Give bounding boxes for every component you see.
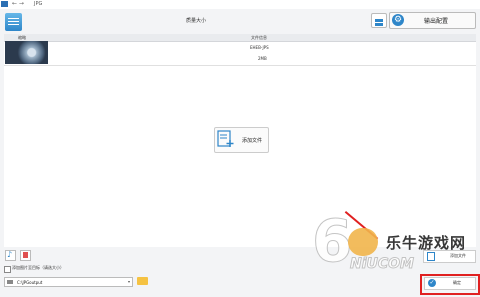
drive-icon (7, 280, 13, 284)
folder-icon[interactable] (137, 277, 148, 285)
music-button[interactable]: ♪ (5, 250, 16, 261)
add-to-target-checkbox[interactable] (4, 266, 11, 273)
trash-icon (23, 252, 28, 258)
header-thumb: 缩略 (18, 35, 26, 40)
output-path-select[interactable]: C:\JPGoutput ▾ (4, 277, 133, 287)
list-item[interactable]: EHEB-JPS 2MB (4, 41, 476, 66)
gear-icon: ⚙ (392, 14, 404, 26)
file-size: 2MB (258, 56, 267, 61)
add-file-icon (217, 130, 234, 147)
add-file-center-button[interactable]: 添加文件 (214, 127, 269, 153)
watermark-latin: NiUCOM (350, 256, 415, 273)
header-file-info: 文件信息 (251, 35, 267, 40)
watermark-digit: 6 (311, 207, 353, 275)
output-path-text: C:\JPGoutput (17, 280, 43, 285)
check-icon: ✓ (428, 279, 436, 287)
add-file-center-label: 添加文件 (242, 138, 263, 144)
chevron-down-icon: ▾ (127, 279, 130, 284)
nav-arrows[interactable]: ← → (12, 0, 24, 8)
file-name: EHEB-JPS (250, 45, 269, 50)
delete-button[interactable] (20, 250, 31, 261)
sort-label: 质量大小 (186, 18, 207, 24)
layers-icon (375, 19, 383, 26)
add-file-label: 添加文件 (450, 253, 466, 258)
add-file-small-icon (427, 252, 435, 261)
music-icon: ♪ (7, 250, 13, 259)
app-logo-icon (5, 13, 22, 31)
add-to-target-label: 添加图片至目标（请选大小） (12, 265, 64, 270)
confirm-button[interactable]: ✓ 确定 (424, 277, 476, 290)
watermark-mascot-logo (348, 228, 378, 256)
thumbnail-image (5, 41, 48, 64)
app-icon (1, 1, 8, 7)
title-bar: ← → JPG (0, 0, 480, 9)
layers-button[interactable] (371, 13, 387, 28)
confirm-label: 确定 (453, 280, 461, 285)
output-config-label: 输出配置 (424, 18, 449, 25)
watermark-text: 乐牛游戏网 (386, 234, 467, 252)
output-config-button[interactable]: ⚙ 输出配置 (389, 12, 476, 29)
window-title: JPG (34, 1, 43, 7)
